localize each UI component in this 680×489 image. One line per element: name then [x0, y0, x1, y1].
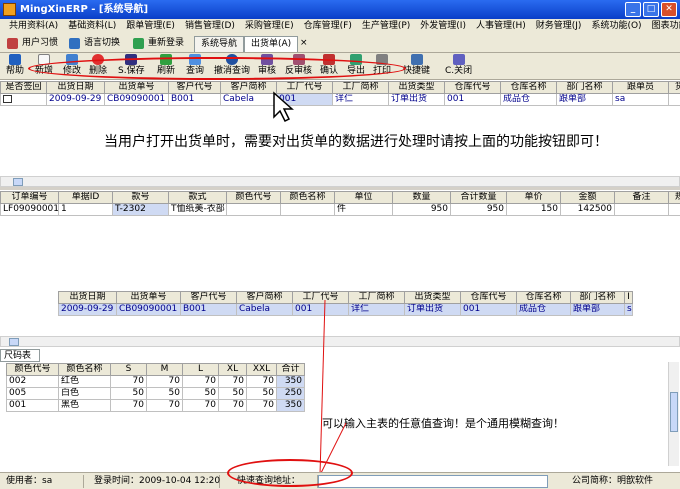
- quick-search-highlight-oval: [227, 459, 353, 487]
- status-user: 使用者：sa: [2, 475, 84, 488]
- arrow-line-to-query: [319, 299, 326, 476]
- quick-search-input[interactable]: [318, 475, 548, 488]
- status-company: 公司简称：明歆软件: [572, 476, 654, 486]
- annotation-arrows: [319, 299, 347, 476]
- status-login-time: 登录时间：2009-10-04 12:20: [90, 475, 220, 488]
